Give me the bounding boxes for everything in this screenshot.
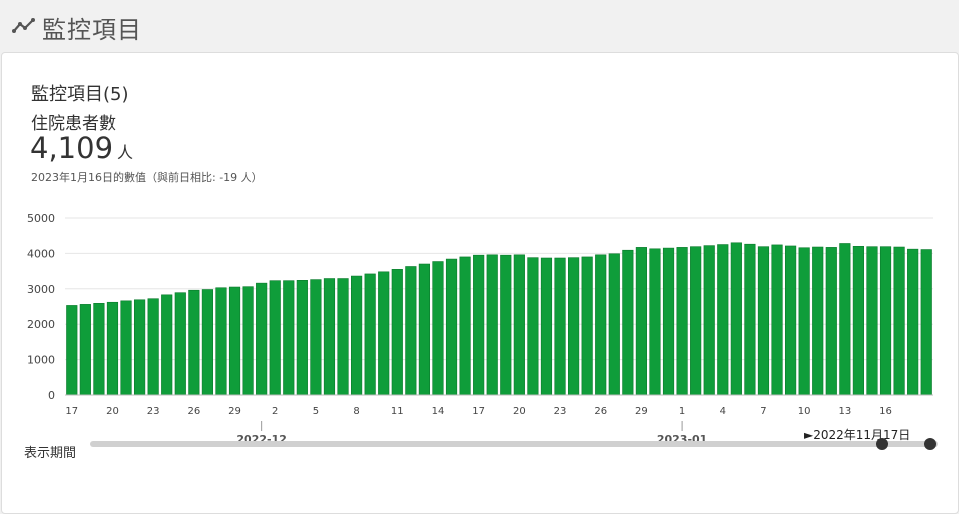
bar bbox=[581, 256, 593, 396]
bar bbox=[486, 254, 498, 396]
bar bbox=[106, 301, 119, 396]
bar bbox=[310, 279, 322, 396]
bar bbox=[432, 261, 444, 396]
x-tick-label: 23 bbox=[147, 406, 160, 417]
bar bbox=[351, 275, 363, 396]
bar bbox=[445, 258, 458, 396]
range-slider-track[interactable] bbox=[90, 441, 938, 447]
y-tick-label: 0 bbox=[48, 389, 55, 402]
bar bbox=[527, 257, 539, 396]
x-tick-label: 20 bbox=[513, 406, 526, 417]
bar bbox=[595, 254, 607, 396]
bar bbox=[907, 248, 919, 396]
bar bbox=[879, 246, 892, 396]
bar bbox=[703, 245, 715, 396]
bar bbox=[242, 286, 254, 396]
bar bbox=[134, 299, 146, 396]
bar bbox=[269, 280, 281, 396]
bar bbox=[418, 263, 430, 396]
bar bbox=[147, 298, 159, 396]
x-tick-label: 7 bbox=[760, 406, 766, 417]
range-slider-handle-start[interactable] bbox=[876, 438, 888, 450]
bar bbox=[256, 282, 268, 396]
bar bbox=[296, 280, 308, 396]
bar bbox=[500, 254, 512, 396]
bar bbox=[215, 287, 227, 396]
x-tick-label: 5 bbox=[313, 406, 319, 417]
bar bbox=[717, 244, 729, 396]
bar bbox=[120, 300, 132, 396]
x-tick-label: 2 bbox=[272, 406, 278, 417]
x-tick-label: 4 bbox=[720, 406, 726, 417]
bar bbox=[825, 247, 837, 396]
bar bbox=[757, 246, 770, 396]
bar bbox=[283, 280, 295, 396]
bar bbox=[866, 246, 878, 396]
x-tick-label: 26 bbox=[594, 406, 607, 417]
bar bbox=[812, 246, 824, 396]
bar bbox=[391, 269, 403, 396]
bar bbox=[405, 266, 417, 396]
bar bbox=[174, 292, 186, 396]
bar bbox=[201, 289, 213, 396]
range-label: 表示期間 bbox=[24, 446, 77, 461]
x-tick-label: 23 bbox=[554, 406, 567, 417]
x-tick-label: 1 bbox=[679, 406, 685, 417]
x-tick-label: 14 bbox=[432, 406, 445, 417]
bar bbox=[473, 254, 485, 396]
bar bbox=[161, 294, 173, 396]
x-tick-label: 10 bbox=[798, 406, 811, 417]
x-tick-label: 11 bbox=[391, 406, 404, 417]
bar bbox=[893, 246, 905, 396]
bar-chart: 01000200030004000500017 20 23 26 29 2 5 8 11 14 17… bbox=[27, 212, 933, 446]
bar bbox=[188, 289, 200, 396]
bar bbox=[228, 286, 241, 396]
bar bbox=[662, 247, 675, 396]
y-tick-label: 5000 bbox=[27, 212, 55, 225]
y-tick-label: 3000 bbox=[27, 283, 55, 296]
y-tick-label: 1000 bbox=[27, 354, 55, 367]
bar bbox=[66, 305, 78, 396]
bar bbox=[513, 254, 525, 396]
x-tick-label: 13 bbox=[838, 406, 851, 417]
x-tick-label: 17 bbox=[65, 406, 78, 417]
bar bbox=[337, 278, 349, 396]
bar bbox=[690, 246, 702, 396]
bar bbox=[540, 257, 553, 396]
bar bbox=[649, 248, 661, 396]
bar bbox=[622, 249, 634, 396]
bar bbox=[323, 278, 336, 396]
bar bbox=[920, 249, 932, 396]
y-tick-label: 2000 bbox=[27, 318, 55, 331]
bar bbox=[554, 257, 566, 396]
bar bbox=[852, 246, 864, 396]
x-tick-label: 29 bbox=[228, 406, 241, 417]
x-tick-label: 16 bbox=[879, 406, 892, 417]
x-tick-label: 8 bbox=[353, 406, 359, 417]
bar bbox=[771, 244, 783, 396]
bar bbox=[676, 247, 688, 396]
x-tick-label: 26 bbox=[187, 406, 200, 417]
bar bbox=[459, 256, 471, 396]
bar bbox=[635, 247, 647, 396]
bar bbox=[364, 273, 376, 396]
bar bbox=[730, 242, 742, 396]
bar bbox=[568, 257, 580, 396]
bar bbox=[785, 245, 797, 396]
bar bbox=[93, 303, 105, 396]
x-tick-label: 20 bbox=[106, 406, 119, 417]
bar bbox=[378, 271, 390, 396]
x-tick-label: 29 bbox=[635, 406, 648, 417]
bar bbox=[798, 247, 810, 396]
bar bbox=[79, 304, 91, 396]
y-tick-label: 4000 bbox=[27, 247, 55, 260]
bar bbox=[744, 243, 756, 396]
x-tick-label: 17 bbox=[472, 406, 485, 417]
range-slider-handle-end[interactable] bbox=[924, 438, 936, 450]
bar bbox=[608, 253, 620, 396]
bar bbox=[839, 243, 851, 396]
